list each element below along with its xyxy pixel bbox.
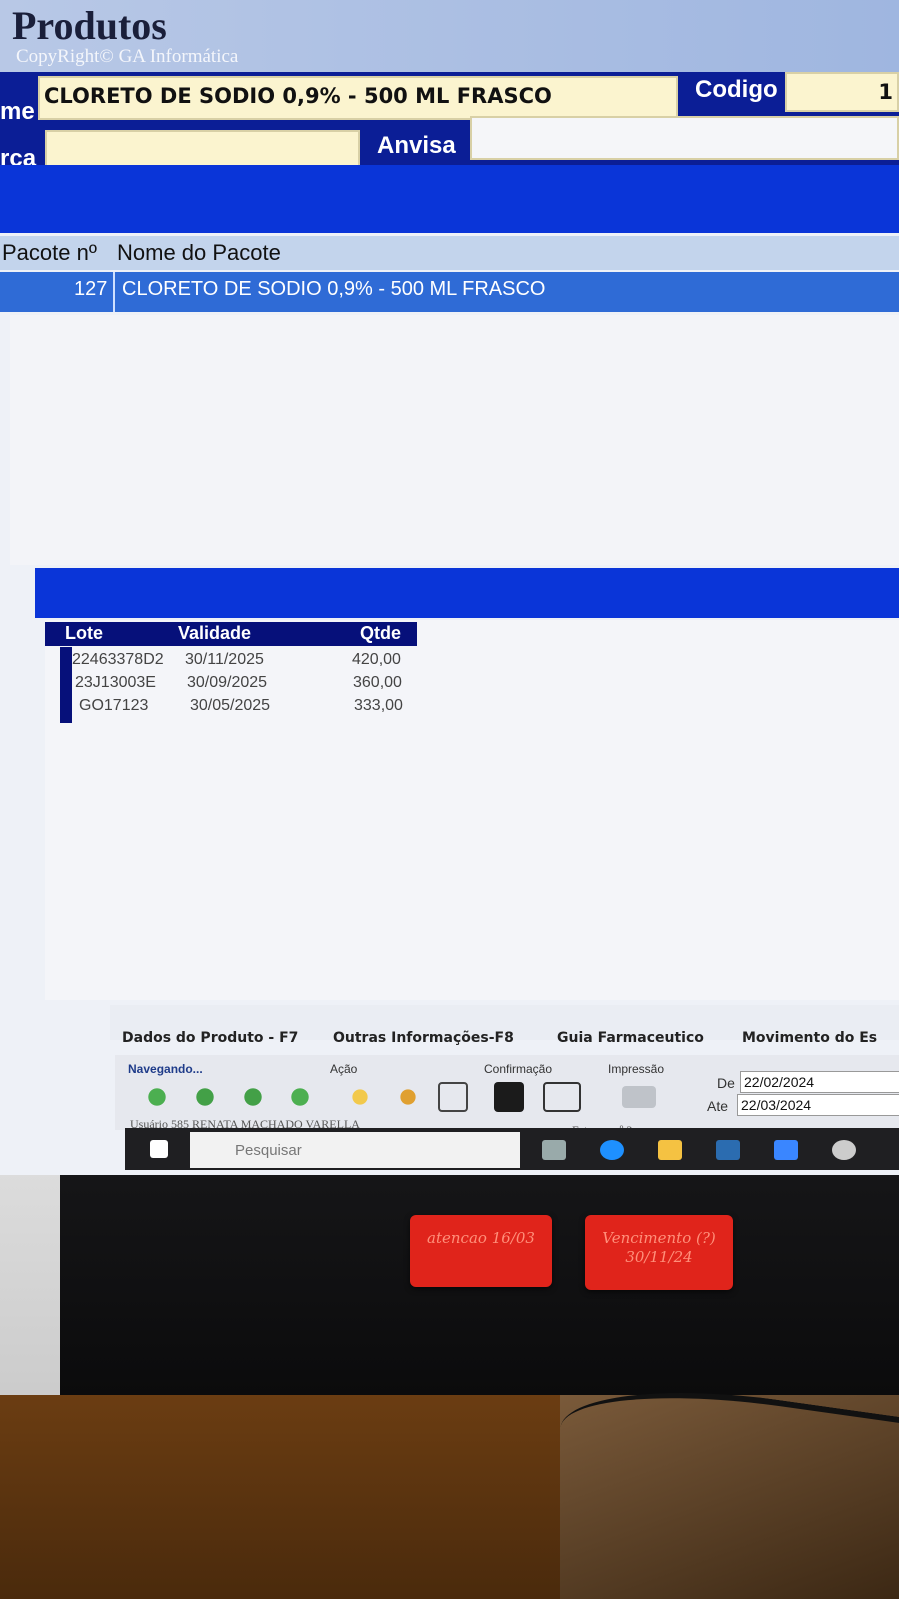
lote-validade: 30/09/2025	[187, 674, 268, 691]
pacotes-grid-body[interactable]	[10, 315, 899, 565]
anvisa-field[interactable]	[470, 116, 899, 160]
pacote-nome: CLORETO DE SODIO 0,9% - 500 ML FRASCO	[122, 278, 546, 300]
tab-guia-farmaceutico[interactable]: Guia Farmaceutico	[557, 1030, 704, 1046]
tab-movimento[interactable]: Movimento do Es	[742, 1030, 877, 1046]
edit-record-icon[interactable]	[393, 1082, 423, 1112]
table-row[interactable]: 22463378D2 30/11/2025 420,00	[45, 648, 417, 672]
save-icon[interactable]	[494, 1082, 524, 1112]
group-label-acao: Ação	[330, 1062, 358, 1076]
next-record-icon[interactable]	[238, 1082, 268, 1112]
copyright-text: CopyRight© GA Informática	[16, 46, 239, 67]
group-label-confirmacao: Confirmação	[484, 1062, 553, 1076]
column-header-validade: Validade	[178, 623, 252, 643]
column-header-pacote: Pacote nº	[2, 240, 97, 265]
prev-record-icon[interactable]	[190, 1082, 220, 1112]
section-divider	[0, 165, 899, 233]
ate-date-field[interactable]: 22/03/2024	[737, 1094, 899, 1116]
pacote-numero: 127	[74, 278, 108, 300]
title-bar: Produtos CopyRight© GA Informática	[0, 0, 899, 78]
page-title: Produtos	[12, 3, 167, 48]
app-screen: Produtos CopyRight© GA Informática me CL…	[0, 0, 899, 1175]
tab-dados-produto[interactable]: Dados do Produto - F7	[122, 1030, 298, 1046]
nome-field[interactable]: CLORETO DE SODIO 0,9% - 500 ML FRASCO	[38, 76, 678, 120]
lote-code: GO17123	[79, 697, 149, 714]
de-label: De	[717, 1075, 735, 1091]
anvisa-label: Anvisa	[377, 132, 456, 159]
lotes-grid-header: Lote Validade Qtde	[45, 622, 417, 646]
lote-qtde: 360,00	[353, 674, 402, 691]
task-view-icon[interactable]	[542, 1140, 566, 1160]
cell-divider	[113, 272, 115, 312]
lote-validade: 30/11/2025	[185, 651, 264, 668]
table-row[interactable]: GO17123 30/05/2025 333,00	[45, 694, 417, 718]
file-explorer-icon[interactable]	[658, 1140, 682, 1160]
group-label-navegando: Navegando...	[128, 1062, 203, 1076]
edge-browser-icon[interactable]	[600, 1140, 624, 1160]
table-row[interactable]: 127 CLORETO DE SODIO 0,9% - 500 ML FRASC…	[0, 272, 899, 312]
group-label-impressao: Impressão	[608, 1062, 665, 1076]
app-icon[interactable]	[832, 1140, 856, 1160]
section-divider	[35, 568, 899, 618]
windows-start-icon[interactable]	[150, 1140, 168, 1158]
microsoft-store-icon[interactable]	[716, 1140, 740, 1160]
last-record-icon[interactable]	[285, 1082, 315, 1112]
cancel-icon[interactable]	[543, 1082, 581, 1112]
nome-label: me	[0, 98, 35, 125]
sticky-note-text: Vencimento (?) 30/11/24	[602, 1229, 716, 1266]
lote-validade: 30/05/2025	[190, 697, 271, 714]
sticky-note-text: atencao 16/03	[427, 1229, 535, 1247]
codigo-label: Codigo	[695, 76, 778, 103]
column-header-lote: Lote	[65, 623, 103, 643]
column-header-nome-pacote: Nome do Pacote	[117, 240, 281, 265]
taskbar-search-placeholder: Pesquisar	[235, 1142, 302, 1159]
first-record-icon[interactable]	[142, 1082, 172, 1112]
table-row[interactable]: 23J13003E 30/09/2025 360,00	[45, 671, 417, 695]
column-header-qtde: Qtde	[360, 623, 402, 643]
pacotes-grid-header: Pacote nº Nome do Pacote	[0, 236, 899, 270]
sticky-note: Vencimento (?) 30/11/24	[585, 1215, 733, 1290]
mail-icon[interactable]	[774, 1140, 798, 1160]
lote-code: 23J13003E	[75, 674, 156, 691]
codigo-field[interactable]: 1	[785, 72, 899, 112]
ate-label: Ate	[707, 1098, 729, 1114]
delete-record-icon[interactable]	[438, 1082, 468, 1112]
de-date-field[interactable]: 22/02/2024	[740, 1071, 899, 1093]
printer-icon[interactable]	[622, 1086, 656, 1108]
sticky-note: atencao 16/03	[410, 1215, 552, 1287]
new-record-icon[interactable]	[345, 1082, 375, 1112]
lote-code: 22463378D2	[72, 651, 164, 668]
lote-qtde: 420,00	[352, 651, 401, 668]
tab-outras-informacoes[interactable]: Outras Informações-F8	[333, 1030, 514, 1046]
lote-qtde: 333,00	[354, 697, 403, 714]
